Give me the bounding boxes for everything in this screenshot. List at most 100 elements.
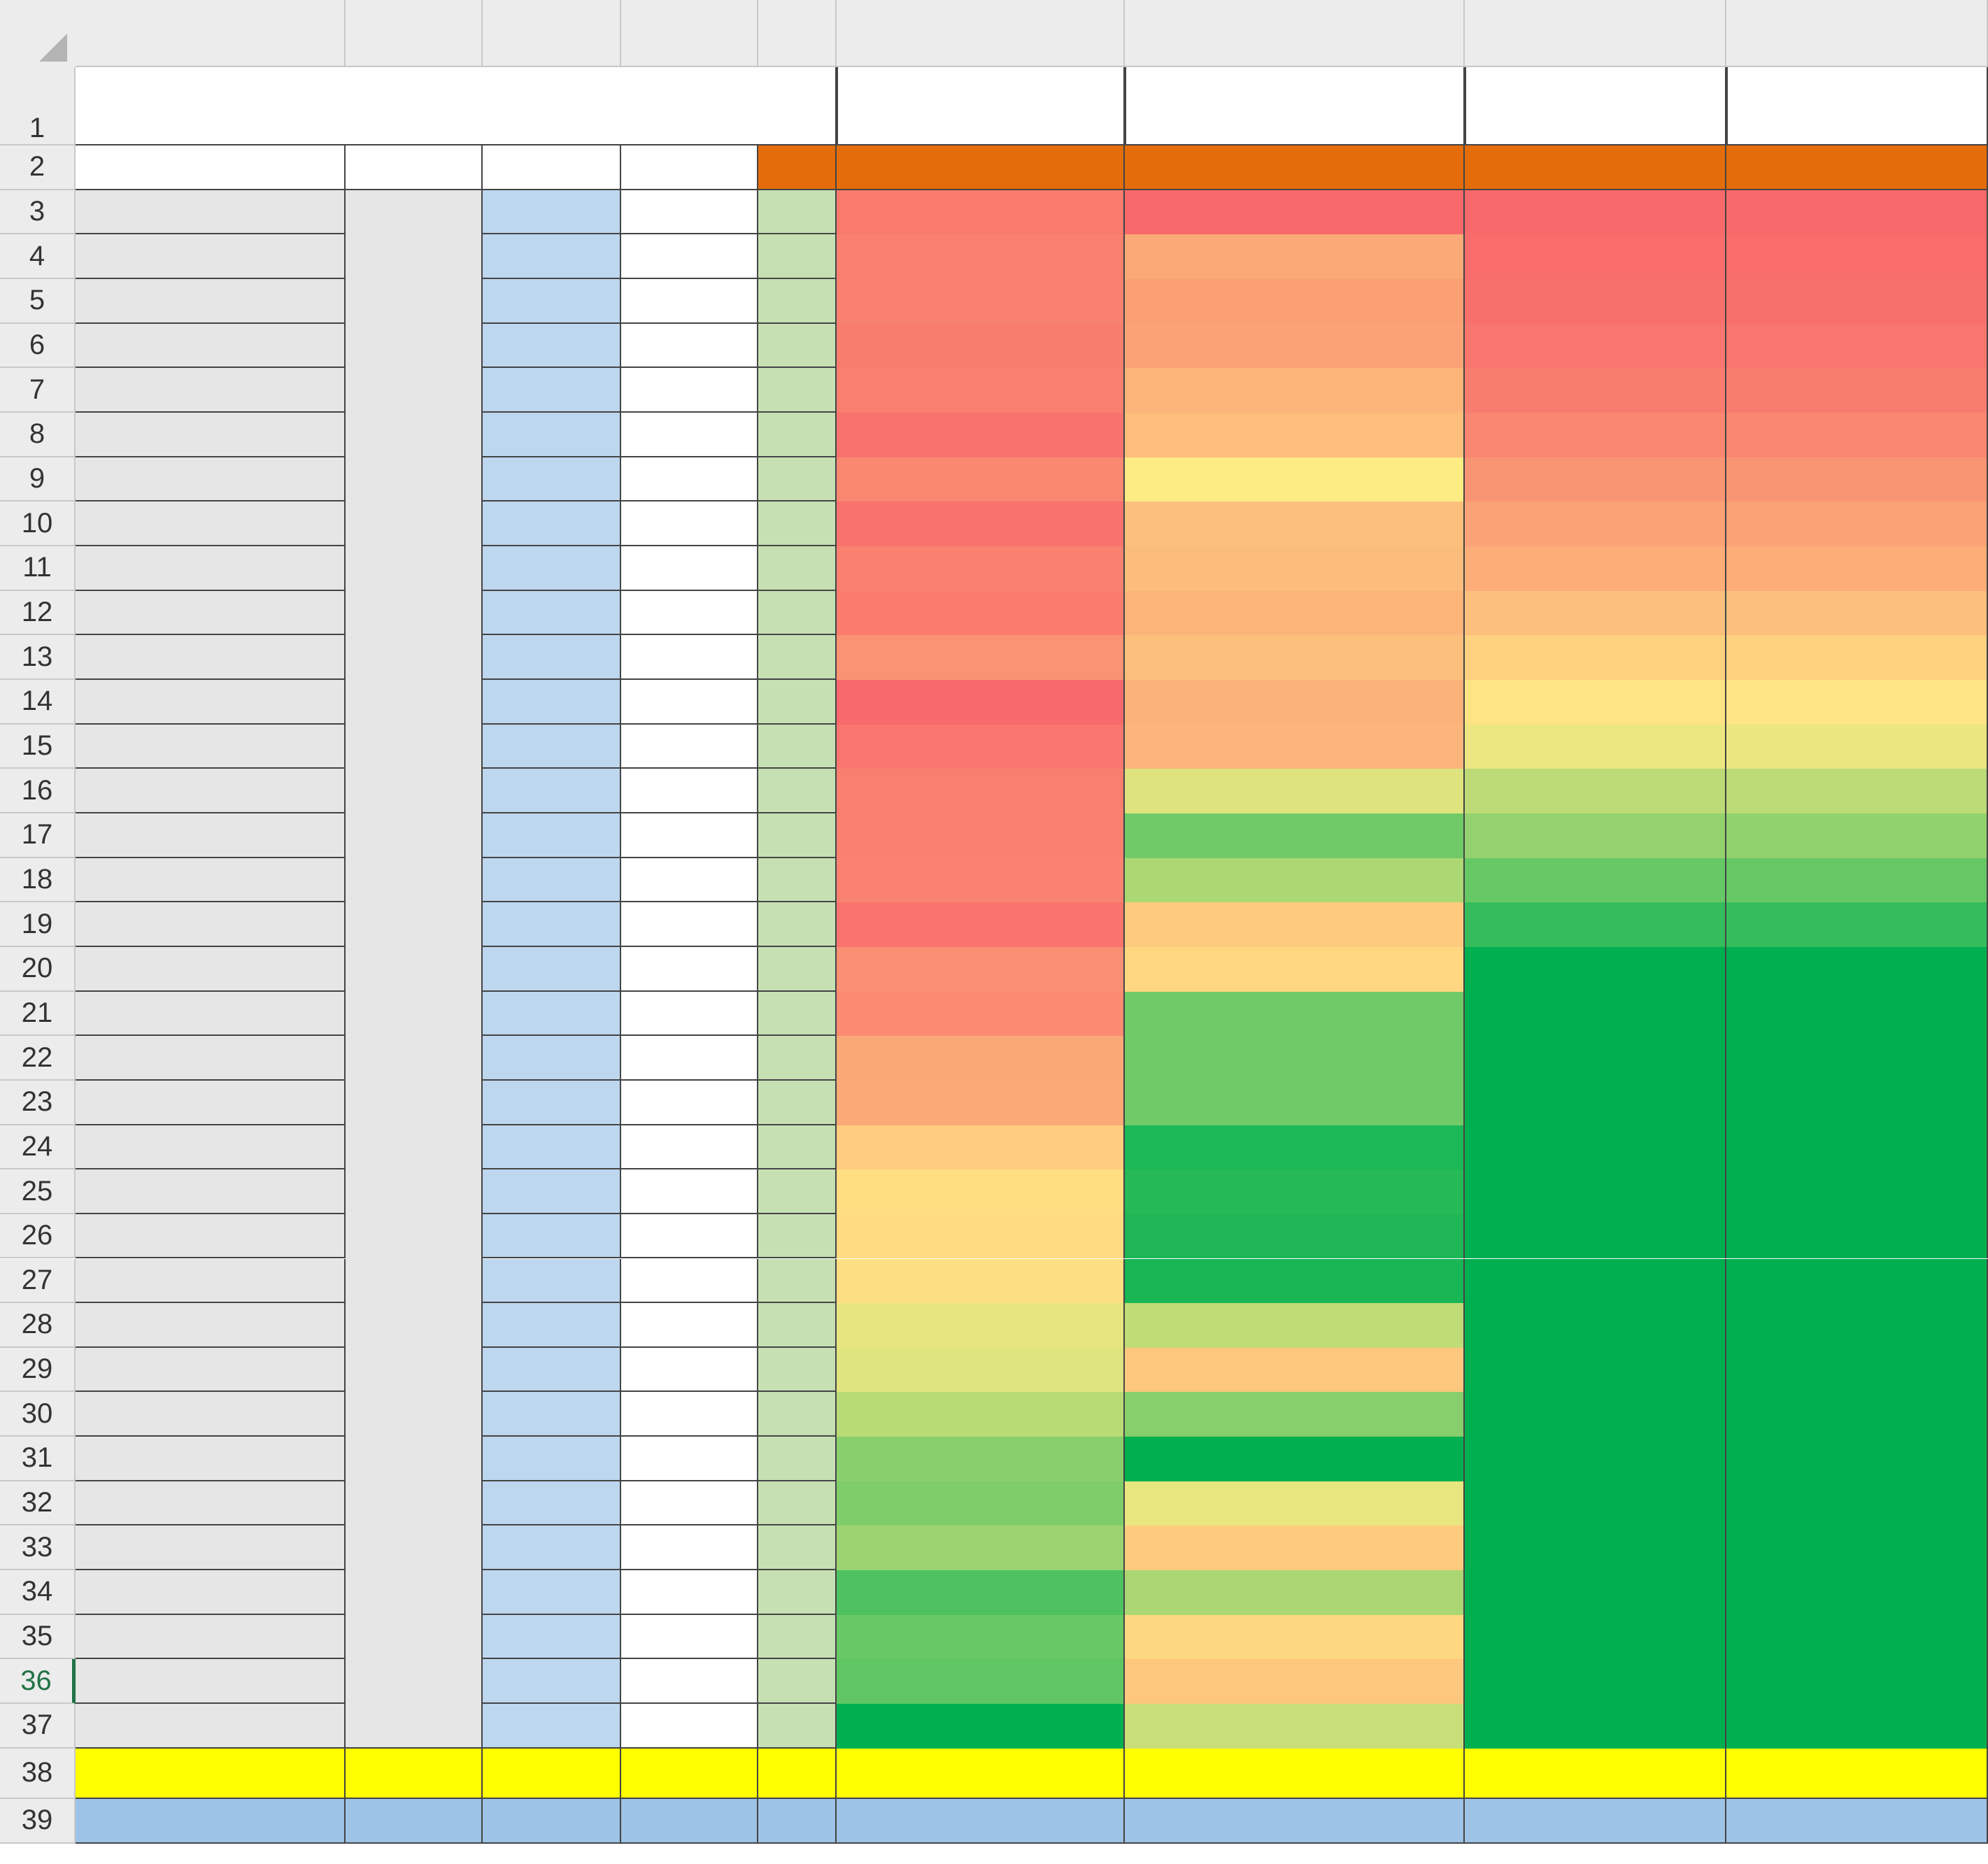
w-lambda-empty-cell[interactable] bbox=[621, 1798, 758, 1844]
sign-range-g-cell[interactable] bbox=[1125, 1748, 1465, 1799]
c3-value-cell[interactable] bbox=[1465, 946, 1726, 992]
column-header-g[interactable] bbox=[1125, 0, 1465, 67]
m-cell[interactable] bbox=[483, 1347, 621, 1393]
c2-value-cell[interactable] bbox=[1125, 1347, 1465, 1393]
zeta-cell[interactable] bbox=[621, 368, 758, 413]
c3-value-cell[interactable] bbox=[1465, 1481, 1726, 1526]
row-header-9[interactable]: 9 bbox=[0, 457, 76, 502]
c3-value-cell[interactable] bbox=[1465, 1036, 1726, 1081]
criterion-name-g[interactable] bbox=[1125, 67, 1465, 145]
zeta-cell[interactable] bbox=[621, 902, 758, 947]
criteria-cell[interactable] bbox=[758, 635, 837, 680]
zeta-cell[interactable] bbox=[621, 635, 758, 680]
criteria-cell[interactable] bbox=[758, 1614, 837, 1660]
row-header-1[interactable]: 1 bbox=[0, 67, 76, 145]
c2-value-cell[interactable] bbox=[1125, 1036, 1465, 1081]
c2-value-cell[interactable] bbox=[1125, 902, 1465, 947]
criteria-cell[interactable] bbox=[758, 1169, 837, 1214]
c3-value-cell[interactable] bbox=[1465, 1125, 1726, 1170]
c3-value-cell[interactable] bbox=[1465, 1169, 1726, 1214]
c3-value-cell[interactable] bbox=[1465, 813, 1726, 858]
alternative-cell[interactable] bbox=[76, 278, 346, 324]
column-label-f[interactable] bbox=[837, 145, 1125, 190]
c4-value-cell[interactable] bbox=[1726, 1303, 1988, 1348]
row-header-7[interactable]: 7 bbox=[0, 368, 76, 413]
alternative-cell[interactable] bbox=[76, 1080, 346, 1125]
c4-value-cell[interactable] bbox=[1726, 1437, 1988, 1481]
criterion-name-h[interactable] bbox=[1465, 67, 1726, 145]
c2-value-cell[interactable] bbox=[1125, 991, 1465, 1037]
m-cell[interactable] bbox=[483, 1392, 621, 1437]
c1-value-cell[interactable] bbox=[837, 1169, 1125, 1214]
zeta-cell[interactable] bbox=[621, 1704, 758, 1749]
criteria-cell[interactable] bbox=[758, 1125, 837, 1170]
w-lambda-i-cell[interactable] bbox=[1726, 1798, 1988, 1844]
alternative-cell[interactable] bbox=[76, 679, 346, 725]
zeta-cell[interactable] bbox=[621, 1525, 758, 1571]
c1-value-cell[interactable] bbox=[837, 457, 1125, 502]
c2-value-cell[interactable] bbox=[1125, 1169, 1465, 1214]
w-lambda-empty-cell[interactable] bbox=[483, 1798, 621, 1844]
row-header-6[interactable]: 6 bbox=[0, 323, 76, 369]
c1-value-cell[interactable] bbox=[837, 412, 1125, 457]
c4-value-cell[interactable] bbox=[1726, 1704, 1988, 1749]
column-header-h[interactable] bbox=[1465, 0, 1726, 67]
alternative-cell[interactable] bbox=[76, 1303, 346, 1348]
c1-value-cell[interactable] bbox=[837, 546, 1125, 591]
alternative-cell[interactable] bbox=[76, 1525, 346, 1571]
c3-value-cell[interactable] bbox=[1465, 590, 1726, 636]
criteria-cell[interactable] bbox=[758, 1437, 837, 1481]
criteria-cell[interactable] bbox=[758, 1659, 837, 1705]
c1-value-cell[interactable] bbox=[837, 1125, 1125, 1170]
criteria-cell[interactable] bbox=[758, 412, 837, 457]
m-cell[interactable] bbox=[483, 278, 621, 324]
criteria-cell[interactable] bbox=[758, 1036, 837, 1081]
alternative-cell[interactable] bbox=[76, 1125, 346, 1170]
row-header-19[interactable]: 19 bbox=[0, 902, 76, 947]
c2-value-cell[interactable] bbox=[1125, 1614, 1465, 1660]
c4-value-cell[interactable] bbox=[1726, 1125, 1988, 1170]
alternative-cell[interactable] bbox=[76, 902, 346, 947]
alternative-cell[interactable] bbox=[76, 457, 346, 502]
m-cell[interactable] bbox=[483, 1704, 621, 1749]
alternative-cell[interactable] bbox=[76, 1614, 346, 1660]
zeta-cell[interactable] bbox=[621, 501, 758, 546]
row-header-11[interactable]: 11 bbox=[0, 546, 76, 591]
c3-value-cell[interactable] bbox=[1465, 1392, 1726, 1437]
c1-value-cell[interactable] bbox=[837, 724, 1125, 769]
c2-value-cell[interactable] bbox=[1125, 190, 1465, 235]
c1-value-cell[interactable] bbox=[837, 501, 1125, 546]
zeta-cell[interactable] bbox=[621, 1080, 758, 1125]
c1-value-cell[interactable] bbox=[837, 1525, 1125, 1571]
c4-value-cell[interactable] bbox=[1726, 1036, 1988, 1081]
c1-value-cell[interactable] bbox=[837, 858, 1125, 903]
zeta-cell[interactable] bbox=[621, 1258, 758, 1304]
criteria-cell[interactable] bbox=[758, 991, 837, 1037]
c4-value-cell[interactable] bbox=[1726, 1570, 1988, 1615]
c2-value-cell[interactable] bbox=[1125, 234, 1465, 279]
criteria-cell[interactable] bbox=[758, 190, 837, 235]
c3-value-cell[interactable] bbox=[1465, 1614, 1726, 1660]
alternative-cell[interactable] bbox=[76, 234, 346, 279]
zeta-cell[interactable] bbox=[621, 1036, 758, 1081]
c3-value-cell[interactable] bbox=[1465, 902, 1726, 947]
c2-value-cell[interactable] bbox=[1125, 1437, 1465, 1481]
row-header-10[interactable]: 10 bbox=[0, 501, 76, 546]
c3-value-cell[interactable] bbox=[1465, 1258, 1726, 1304]
alternative-cell[interactable] bbox=[76, 858, 346, 903]
c4-value-cell[interactable] bbox=[1726, 991, 1988, 1037]
zeta-cell[interactable] bbox=[621, 590, 758, 636]
criteria-cell[interactable] bbox=[758, 946, 837, 992]
m-cell[interactable] bbox=[483, 1614, 621, 1660]
row-header-35[interactable]: 35 bbox=[0, 1614, 76, 1660]
row-header-31[interactable]: 31 bbox=[0, 1437, 76, 1481]
alternative-cell[interactable] bbox=[76, 323, 346, 369]
c4-value-cell[interactable] bbox=[1726, 1614, 1988, 1660]
column-label-a[interactable] bbox=[76, 145, 346, 190]
c1-value-cell[interactable] bbox=[837, 769, 1125, 813]
zeta-cell[interactable] bbox=[621, 1392, 758, 1437]
row-header-29[interactable]: 29 bbox=[0, 1347, 76, 1393]
zeta-cell[interactable] bbox=[621, 190, 758, 235]
criteria-cell[interactable] bbox=[758, 769, 837, 813]
row-header-20[interactable]: 20 bbox=[0, 946, 76, 992]
